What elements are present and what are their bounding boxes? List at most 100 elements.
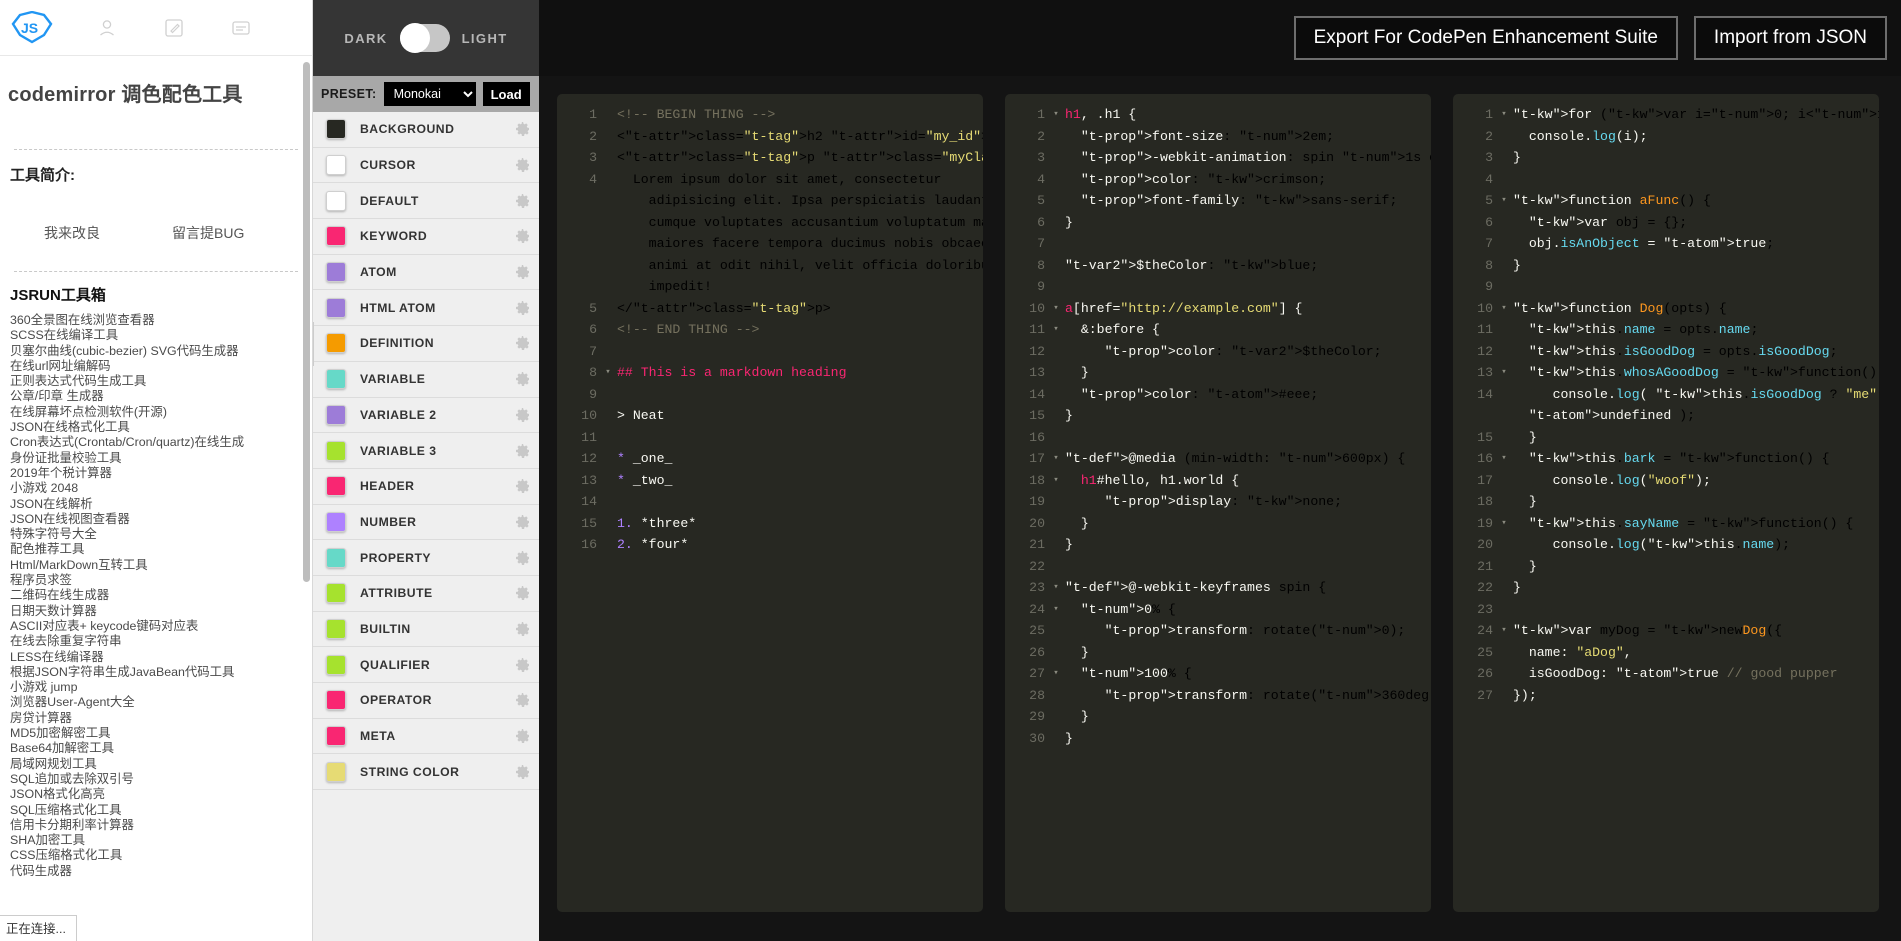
color-swatch[interactable] [326,333,346,354]
toolbox-link[interactable]: 房贷计算器 [10,711,312,726]
color-swatch[interactable] [326,690,346,711]
fold-arrow[interactable]: ▾ [1499,298,1509,320]
color-swatch[interactable] [326,190,346,211]
fold-arrow[interactable] [1051,169,1061,191]
gear-icon[interactable] [515,764,531,780]
toolbox-link[interactable]: 信用卡分期利率计算器 [10,818,312,833]
toolbox-link[interactable]: SHA加密工具 [10,833,312,848]
preset-select[interactable]: MonokaiDefaultDraculaSolarizedMaterial [383,82,476,106]
fold-arrow[interactable] [603,491,613,513]
theme-color-row[interactable]: DEFAULT [313,183,539,220]
html-editor[interactable]: 1 <!-- BEGIN THING --> 2 <"t-attr">class = "t… [557,94,983,912]
toolbox-link[interactable]: 身份证批量校验工具 [10,451,312,466]
fold-arrow[interactable]: ▾ [1051,577,1061,599]
theme-color-row[interactable]: BACKGROUND [313,112,539,148]
sidebar-scrollbar[interactable] [303,62,310,582]
fold-arrow[interactable] [1051,147,1061,169]
fold-arrow[interactable] [1051,212,1061,234]
toolbox-link[interactable]: Cron表达式(Crontab/Cron/quartz)在线生成 [10,435,312,450]
color-swatch[interactable] [326,404,346,425]
toolbox-link[interactable]: 二维码在线生成器 [10,588,312,603]
toolbox-link[interactable]: 贝塞尔曲线(cubic-bezier) SVG代码生成器 [10,344,312,359]
toolbox-link[interactable]: 根据JSON字符串生成JavaBean代码工具 [10,665,312,680]
fold-arrow[interactable] [603,298,613,320]
fold-arrow[interactable] [1051,706,1061,728]
gear-icon[interactable] [515,371,531,387]
gear-icon[interactable] [515,228,531,244]
fold-arrow[interactable] [603,169,613,191]
fold-arrow[interactable]: ▾ [1499,620,1509,642]
fold-arrow[interactable] [1051,620,1061,642]
theme-color-row[interactable]: BUILTIN [313,612,539,648]
fold-arrow[interactable]: ▾ [1051,104,1061,126]
toolbox-link[interactable]: CSS压缩格式化工具 [10,848,312,863]
panel-collapse-toggle[interactable]: ❮ [313,322,314,366]
dark-light-toggle[interactable] [399,23,450,53]
fold-arrow[interactable] [1051,405,1061,427]
message-icon[interactable] [230,17,252,39]
fold-arrow[interactable] [1499,663,1509,685]
fold-arrow[interactable] [1499,233,1509,255]
theme-color-row[interactable]: VARIABLE [313,362,539,398]
fold-arrow[interactable]: ▾ [1499,362,1509,384]
fold-arrow[interactable] [1499,642,1509,664]
gear-icon[interactable] [515,550,531,566]
toolbox-link[interactable]: 局域网规划工具 [10,757,312,772]
toolbox-link[interactable]: 小游戏 2048 [10,481,312,496]
theme-color-row[interactable]: DEFINITION [313,326,539,362]
fold-arrow[interactable] [1499,126,1509,148]
fold-arrow[interactable] [1051,384,1061,406]
theme-color-row[interactable]: VARIABLE 2 [313,398,539,434]
color-swatch[interactable] [326,761,346,782]
fold-arrow[interactable] [1051,341,1061,363]
toolbox-link[interactable]: 在线url网址编解码 [10,359,312,374]
fold-arrow[interactable] [1499,577,1509,599]
fold-arrow[interactable] [1499,147,1509,169]
fold-arrow[interactable] [1051,491,1061,513]
toolbox-link[interactable]: JSON格式化高亮 [10,787,312,802]
toolbox-link[interactable]: 小游戏 jump [10,680,312,695]
theme-color-row[interactable]: NUMBER [313,505,539,541]
fold-arrow[interactable]: ▾ [1051,599,1061,621]
fold-arrow[interactable] [603,384,613,406]
color-swatch[interactable] [326,119,346,140]
user-icon[interactable] [96,17,118,39]
color-swatch[interactable] [326,155,346,176]
fold-arrow[interactable] [1499,556,1509,578]
toolbox-link[interactable]: JSON在线格式化工具 [10,420,312,435]
theme-color-row[interactable]: HEADER [313,469,539,505]
js-logo-icon[interactable]: JS [10,9,56,47]
fold-arrow[interactable]: ▾ [1051,319,1061,341]
fold-arrow[interactable] [603,276,613,298]
fold-arrow[interactable]: ▾ [1499,104,1509,126]
fold-arrow[interactable] [603,147,613,169]
fold-arrow[interactable] [1499,276,1509,298]
gear-icon[interactable] [515,514,531,530]
fold-arrow[interactable] [1499,599,1509,621]
fold-arrow[interactable]: ▾ [1051,663,1061,685]
fold-arrow[interactable] [1051,126,1061,148]
gear-icon[interactable] [515,157,531,173]
fold-arrow[interactable] [1051,728,1061,750]
export-codepen-button[interactable]: Export For CodePen Enhancement Suite [1293,16,1678,60]
fold-arrow[interactable] [603,255,613,277]
fold-arrow[interactable] [1051,255,1061,277]
theme-color-row[interactable]: QUALIFIER [313,647,539,683]
toolbox-link[interactable]: ASCII对应表+ keycode键码对应表 [10,619,312,634]
theme-color-row[interactable]: PROPERTY [313,540,539,576]
toolbox-link[interactable]: 程序员求签 [10,573,312,588]
toolbox-link[interactable]: 配色推荐工具 [10,542,312,557]
gear-icon[interactable] [515,300,531,316]
gear-icon[interactable] [515,264,531,280]
fold-arrow[interactable]: ▾ [1051,298,1061,320]
toolbox-link[interactable]: 在线屏幕坏点检测软件(开源) [10,405,312,420]
toolbox-link[interactable]: JSON在线解析 [10,497,312,512]
fold-arrow[interactable] [1051,534,1061,556]
fold-arrow[interactable]: ▾ [1051,448,1061,470]
color-swatch[interactable] [326,440,346,461]
toolbox-link[interactable]: 正则表达式代码生成工具 [10,374,312,389]
fold-arrow[interactable] [603,212,613,234]
toolbox-link[interactable]: 公章/印章 生成器 [10,389,312,404]
fold-arrow[interactable] [1051,427,1061,449]
report-bug-link[interactable]: 留言提BUG [172,223,244,243]
